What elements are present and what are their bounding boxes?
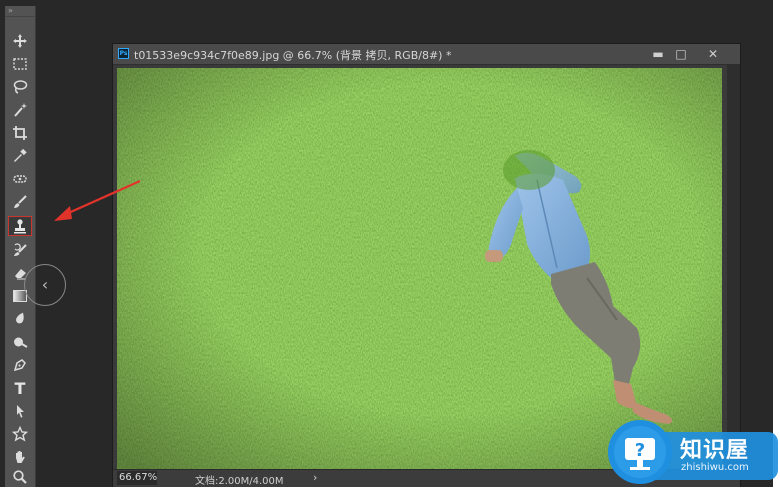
photoshop-workspace: » T ‹ Ps t01533e9c934c7f0e89.jpg @ 66.7%… xyxy=(0,0,773,487)
watermark-url: zhishiwu.com xyxy=(681,462,749,473)
grass-photo xyxy=(117,68,722,469)
arrow-icon xyxy=(17,405,24,418)
zoom-level[interactable]: 66.67% xyxy=(119,472,157,483)
watermark: ? 知识屋 zhishiwu.com xyxy=(608,418,780,490)
move-tool[interactable] xyxy=(8,31,32,51)
magic-wand-tool[interactable] xyxy=(8,100,32,120)
magic-wand-icon xyxy=(14,103,27,117)
clone-stamp-icon xyxy=(14,219,26,234)
crop-icon xyxy=(13,126,27,140)
watermark-title: 知识屋 xyxy=(680,438,750,463)
blur-tool[interactable] xyxy=(8,309,32,329)
history-brush-tool[interactable] xyxy=(8,240,32,260)
eyedropper-tool[interactable] xyxy=(8,146,32,166)
crop-tool[interactable] xyxy=(8,123,32,143)
brush-icon xyxy=(14,195,27,208)
history-brush-icon xyxy=(14,243,27,256)
image-canvas[interactable] xyxy=(117,68,722,469)
lasso-icon xyxy=(13,80,28,94)
maximize-button[interactable]: □ xyxy=(669,44,693,64)
rectangular-marquee-tool[interactable] xyxy=(8,54,32,74)
pen-tool[interactable] xyxy=(8,355,32,375)
type-tool[interactable]: T xyxy=(8,378,32,398)
tools-panel-grip[interactable]: » xyxy=(5,6,35,17)
annotation-arrow-icon xyxy=(54,179,141,221)
marquee-icon xyxy=(13,58,27,70)
dodge-tool[interactable] xyxy=(8,332,32,352)
path-selection-tool[interactable] xyxy=(8,401,32,421)
photoshop-file-icon: Ps xyxy=(118,48,129,59)
spot-healing-tool[interactable] xyxy=(8,169,32,189)
type-icon: T xyxy=(14,378,26,398)
document-title: t01533e9c934c7f0e89.jpg @ 66.7% (背景 拷贝, … xyxy=(134,49,452,62)
brush-tool[interactable] xyxy=(8,192,32,212)
dodge-icon xyxy=(14,337,28,348)
hand-icon xyxy=(16,451,25,463)
vertical-scrollbar[interactable] xyxy=(727,65,740,469)
status-menu-arrow[interactable]: › xyxy=(313,471,317,484)
svg-text:?: ? xyxy=(635,440,645,461)
zoom-icon xyxy=(13,470,27,484)
healing-icon xyxy=(13,175,27,183)
lasso-tool[interactable] xyxy=(8,77,32,97)
document-tab[interactable]: Ps t01533e9c934c7f0e89.jpg @ 66.7% (背景 拷… xyxy=(113,44,740,65)
panel-collapse-button[interactable]: ‹ xyxy=(24,264,66,306)
tools-panel: » T xyxy=(5,6,36,487)
document-size: 文档:2.00M/4.00M xyxy=(195,476,284,487)
blur-icon xyxy=(16,312,24,324)
eyedropper-icon xyxy=(14,148,27,162)
shape-icon xyxy=(12,426,28,442)
move-icon xyxy=(13,34,27,48)
pen-icon xyxy=(13,359,26,372)
close-button[interactable]: ✕ xyxy=(701,44,725,64)
clone-stamp-tool[interactable] xyxy=(8,216,32,236)
custom-shape-tool[interactable] xyxy=(8,424,32,444)
minimize-button[interactable]: ▬ xyxy=(646,44,670,64)
hand-tool[interactable] xyxy=(8,447,32,467)
zoom-tool[interactable] xyxy=(8,467,32,487)
